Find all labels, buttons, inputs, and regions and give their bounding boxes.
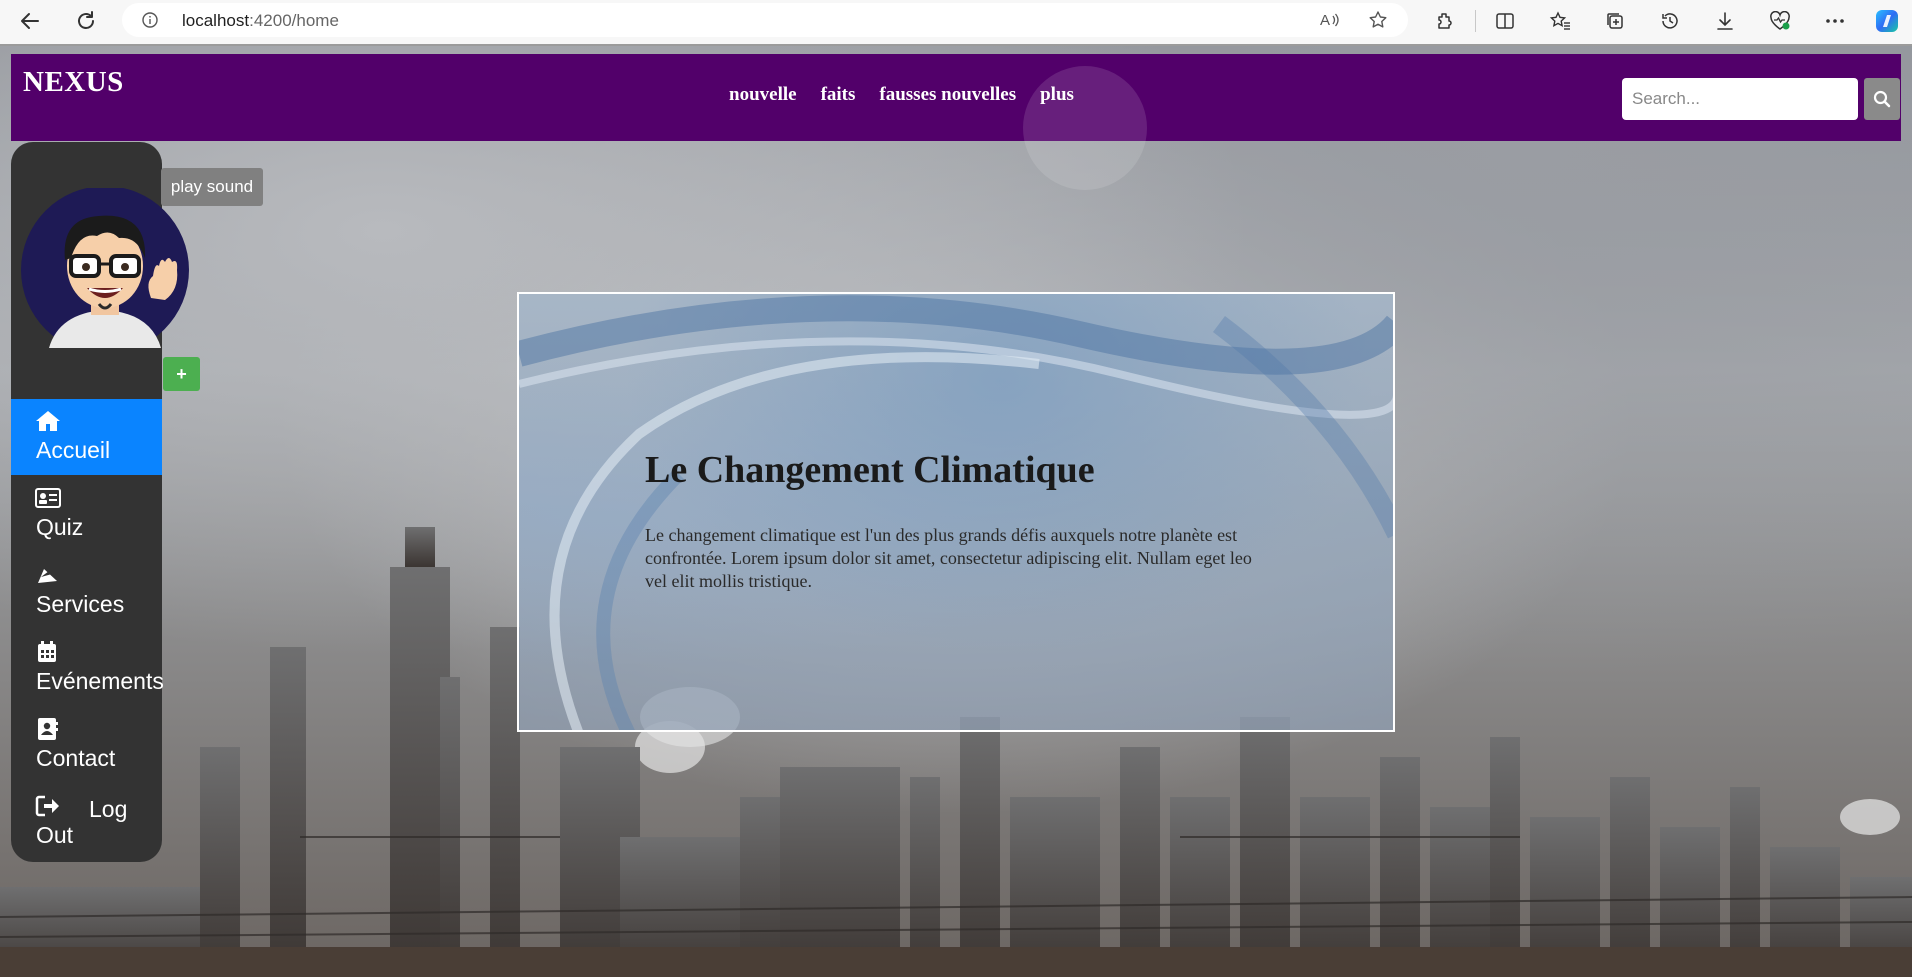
top-navigation: nouvelle faits fausses nouvelles plus — [717, 84, 1086, 106]
sidebar-item-label: Services — [36, 591, 125, 617]
sidebar-item-contact[interactable]: Contact — [11, 707, 162, 783]
home-icon — [36, 411, 60, 431]
search-button[interactable] — [1864, 78, 1900, 120]
address-bar[interactable]: localhost:4200/home A — [122, 3, 1408, 37]
split-screen-icon[interactable] — [1490, 6, 1520, 36]
logout-label-line2: Out — [36, 822, 74, 848]
read-aloud-icon[interactable]: A — [1318, 8, 1342, 32]
calendar-icon — [38, 641, 56, 662]
page-background: NEXUS nouvelle faits fausses nouvelles p… — [0, 44, 1912, 977]
add-button[interactable]: + — [163, 357, 200, 391]
site-header: NEXUS nouvelle faits fausses nouvelles p… — [11, 54, 1901, 190]
sidebar-item-evenements[interactable]: Evénements — [11, 630, 164, 706]
sidebar-item-label: Quiz — [36, 514, 84, 540]
services-icon — [38, 569, 57, 583]
card-text: Le changement climatique est l'un des pl… — [645, 525, 1252, 591]
nav-link-plus[interactable]: plus — [1028, 84, 1086, 106]
address-url[interactable]: localhost:4200/home — [182, 11, 339, 31]
sidebar-item-label: Contact — [36, 745, 116, 771]
svg-text:A: A — [1320, 12, 1330, 29]
favorites-icon[interactable] — [1545, 6, 1575, 36]
sidebar-item-accueil[interactable]: Accueil — [11, 399, 162, 475]
nav-link-faits[interactable]: faits — [809, 84, 868, 106]
downloads-icon[interactable] — [1710, 6, 1740, 36]
nav-link-nouvelle[interactable]: nouvelle — [717, 84, 809, 106]
refresh-icon[interactable] — [70, 5, 102, 37]
more-icon[interactable] — [1820, 6, 1850, 36]
id-card-icon — [35, 488, 61, 508]
url-path: :4200/home — [249, 11, 339, 30]
nav-link-fausses-nouvelles[interactable]: fausses nouvelles — [867, 84, 1028, 106]
collections-icon[interactable] — [1600, 6, 1630, 36]
card-background-swirl — [519, 295, 1393, 730]
browser-toolbar: localhost:4200/home A — [0, 0, 1912, 42]
page-frame-top — [0, 44, 1912, 46]
brand-logo[interactable]: NEXUS — [23, 66, 124, 99]
back-icon[interactable] — [14, 5, 46, 37]
sign-out-icon — [35, 795, 59, 817]
sidebar-item-logout[interactable]: Log Out — [11, 784, 162, 874]
hero-card: Le Changement Climatique Le changement c… — [517, 292, 1395, 732]
browser-essentials-icon[interactable] — [1765, 6, 1795, 36]
address-book-icon — [38, 718, 58, 740]
history-icon[interactable] — [1655, 6, 1685, 36]
sidebar: + Accueil Quiz Services Evénements Conta… — [11, 142, 200, 862]
favorite-star-icon[interactable] — [1366, 8, 1390, 32]
card-title: Le Changement Climatique — [645, 449, 1095, 491]
sidebar-item-label: Evénements — [36, 668, 164, 694]
sidebar-item-label: Accueil — [36, 437, 111, 463]
user-avatar[interactable] — [19, 188, 189, 348]
search-icon — [1873, 90, 1891, 108]
sidebar-item-quiz[interactable]: Quiz — [11, 476, 162, 552]
search-input[interactable] — [1622, 78, 1858, 120]
logout-label-line1: Log — [89, 796, 128, 822]
info-icon[interactable] — [142, 12, 158, 28]
toolbar-divider — [1475, 10, 1476, 32]
copilot-icon[interactable] — [1872, 6, 1902, 36]
url-host: localhost — [182, 11, 250, 30]
play-sound-button[interactable]: play sound — [161, 168, 263, 206]
extensions-icon[interactable] — [1430, 6, 1460, 36]
sidebar-item-services[interactable]: Services — [11, 553, 162, 629]
